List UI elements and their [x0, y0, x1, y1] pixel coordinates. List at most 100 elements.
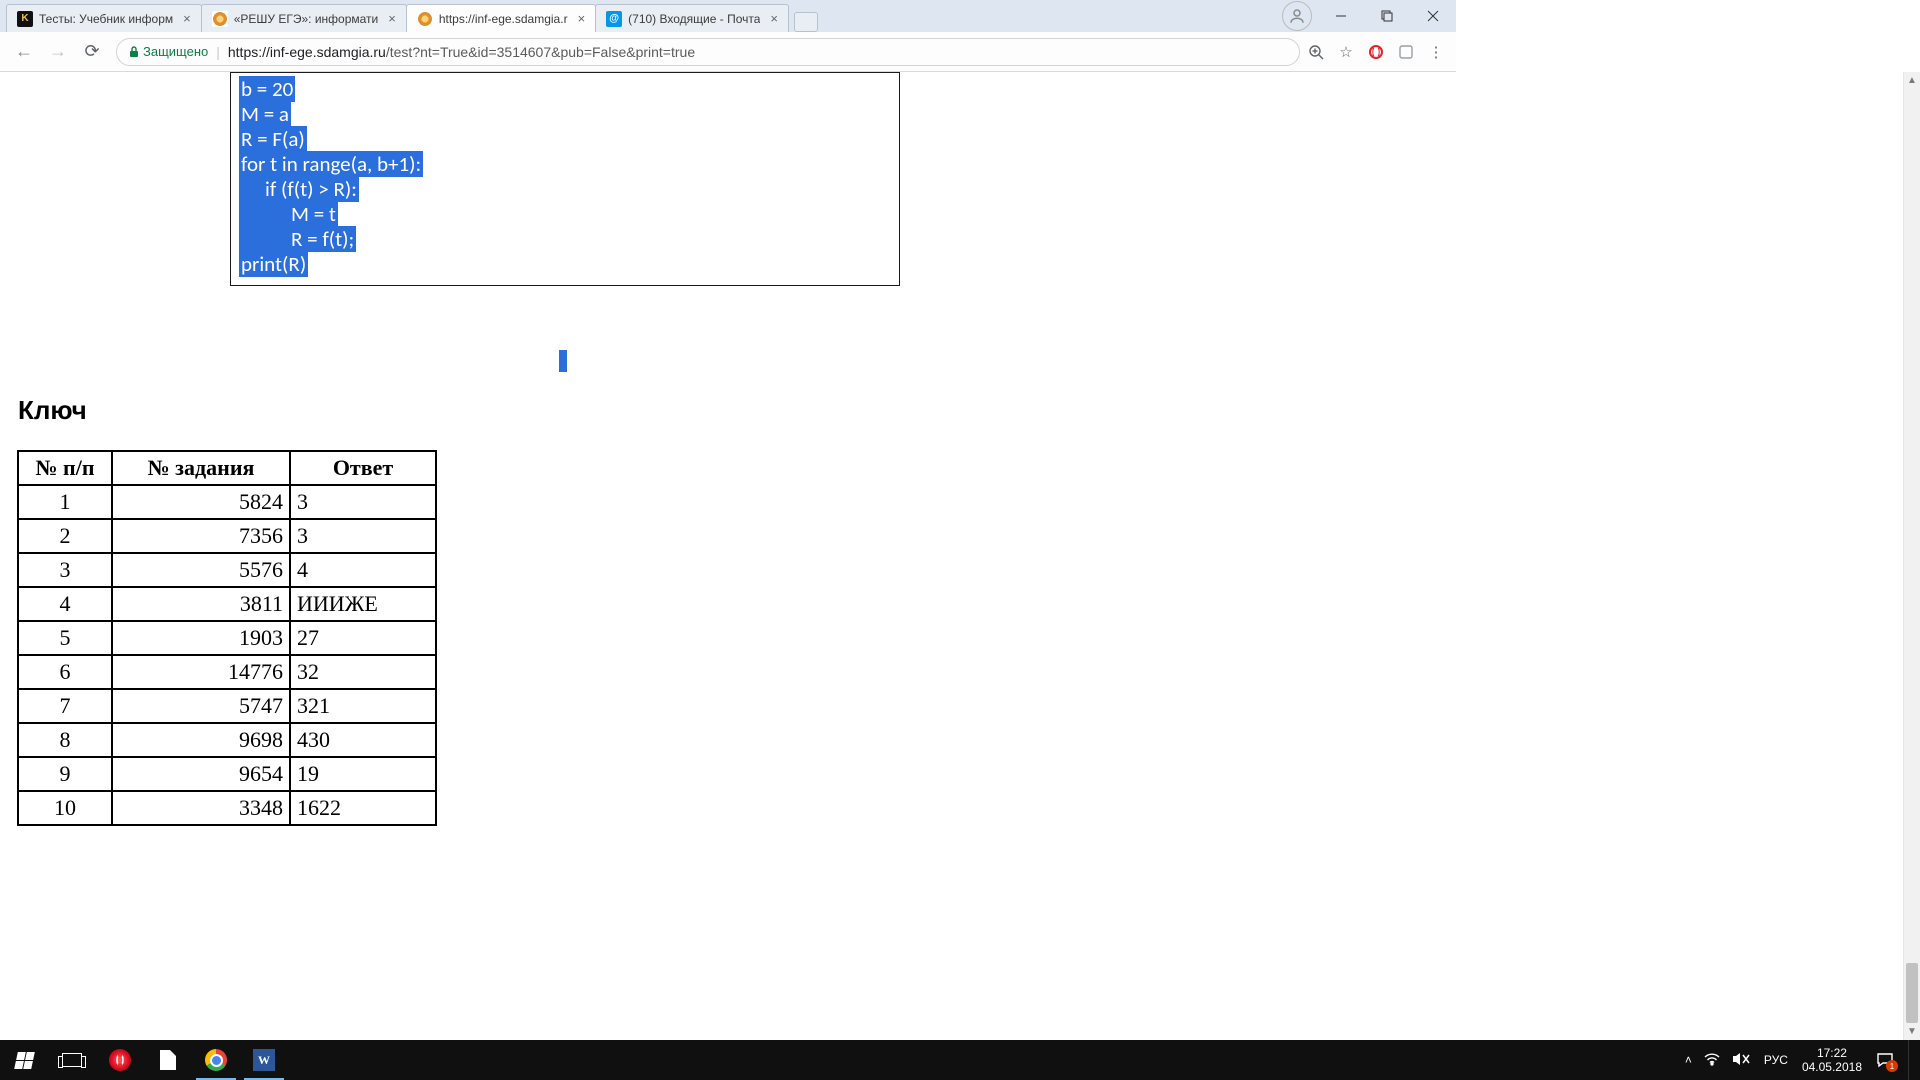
url-input[interactable]: Защищено | https://inf-ege.sdamgia.ru/te…	[116, 38, 1300, 66]
clock-date: 04.05.2018	[1802, 1060, 1862, 1074]
window-minimize-button[interactable]	[1318, 1, 1364, 31]
table-row: 89698430	[18, 723, 436, 757]
table-cell: 6	[18, 655, 112, 689]
tab-sdamgia[interactable]: https://inf-ege.sdamgia.r ×	[406, 4, 596, 32]
table-cell: 430	[290, 723, 436, 757]
code-line: R = F(a)	[239, 126, 307, 152]
table-cell: 9	[18, 757, 112, 791]
table-cell: 4	[18, 587, 112, 621]
table-cell: 7	[18, 689, 112, 723]
scrollbar-thumb[interactable]	[1906, 963, 1918, 1023]
code-line: if (f(t) > R):	[239, 176, 359, 202]
action-center-icon[interactable]: 1	[1876, 1052, 1894, 1068]
bookmark-star-icon[interactable]: ☆	[1338, 44, 1354, 60]
browser-tab-strip: K Тесты: Учебник информ × «РЕШУ ЕГЭ»: ин…	[0, 0, 1456, 32]
wifi-icon[interactable]	[1704, 1052, 1720, 1069]
opera-extension-icon[interactable]	[1368, 44, 1384, 60]
table-cell: 5824	[112, 485, 290, 519]
table-cell: 3	[18, 553, 112, 587]
taskbar-word[interactable]: W	[240, 1040, 288, 1080]
table-header: № п/п	[18, 451, 112, 485]
show-desktop-button[interactable]	[1908, 1040, 1914, 1080]
volume-muted-icon[interactable]	[1732, 1052, 1750, 1069]
table-header: Ответ	[290, 451, 436, 485]
close-icon[interactable]: ×	[183, 11, 191, 26]
scroll-down-icon[interactable]: ▼	[1904, 1023, 1920, 1040]
tab-tests[interactable]: K Тесты: Учебник информ ×	[6, 4, 202, 32]
table-cell: 7356	[112, 519, 290, 553]
close-icon[interactable]: ×	[770, 11, 778, 26]
table-cell: 5	[18, 621, 112, 655]
code-line: for t in range(a, b+1):	[239, 151, 423, 177]
table-cell: 1	[18, 485, 112, 519]
table-cell: 3348	[112, 791, 290, 825]
code-line: M = a	[239, 101, 291, 127]
profile-avatar-icon[interactable]	[1282, 1, 1312, 31]
new-tab-button[interactable]	[794, 12, 818, 32]
table-row: 273563	[18, 519, 436, 553]
code-line: print(R)	[239, 251, 308, 277]
system-tray: ˄	[1685, 1052, 1750, 1069]
window-close-button[interactable]	[1410, 1, 1456, 31]
vertical-scrollbar[interactable]: ▲ ▼	[1903, 72, 1920, 1040]
tab-label: (710) Входящие - Почта	[628, 12, 760, 26]
table-row: 158243	[18, 485, 436, 519]
table-cell: 27	[290, 621, 436, 655]
windows-taskbar: W ˄ РУС 17:22 04.05.2018 1	[0, 1040, 1920, 1080]
table-cell: 10	[18, 791, 112, 825]
input-language[interactable]: РУС	[1764, 1053, 1788, 1067]
table-cell: 8	[18, 723, 112, 757]
url-text: https://inf-ege.sdamgia.ru/test?nt=True&…	[228, 44, 695, 60]
favicon-k-icon: K	[17, 11, 33, 27]
start-button[interactable]	[0, 1040, 48, 1080]
code-line: R = f(t);	[239, 226, 356, 252]
taskbar-opera[interactable]	[96, 1040, 144, 1080]
favicon-sunburst-icon	[212, 11, 228, 27]
extension-square-icon[interactable]	[1398, 44, 1414, 60]
table-cell: 19	[290, 757, 436, 791]
nav-reload-button[interactable]: ⟳	[82, 41, 102, 62]
nav-back-button[interactable]: ←	[14, 41, 34, 62]
chrome-menu-icon[interactable]: ⋮	[1428, 44, 1444, 60]
table-cell: 5747	[112, 689, 290, 723]
table-cell: 32	[290, 655, 436, 689]
address-bar: ← → ⟳ Защищено | https://inf-ege.sdamgia…	[0, 32, 1456, 72]
secure-indicator: Защищено	[129, 44, 208, 59]
tab-label: Тесты: Учебник информ	[39, 12, 173, 26]
scroll-up-icon[interactable]: ▲	[1904, 72, 1920, 89]
taskbar-clock[interactable]: 17:22 04.05.2018	[1802, 1046, 1862, 1074]
taskbar-file[interactable]	[144, 1040, 192, 1080]
table-cell: 3	[290, 485, 436, 519]
table-cell: 1903	[112, 621, 290, 655]
close-icon[interactable]: ×	[578, 11, 586, 26]
zoom-icon[interactable]	[1308, 44, 1324, 60]
table-row: 75747321	[18, 689, 436, 723]
tab-mail[interactable]: @ (710) Входящие - Почта ×	[595, 4, 789, 32]
nav-forward-button[interactable]: →	[48, 41, 68, 62]
answer-key-table: № п/п № задания Ответ 158243273563355764…	[17, 450, 437, 826]
selection-caret	[559, 350, 567, 372]
code-box[interactable]: b = 20 M = a R = F(a) for t in range(a, …	[230, 72, 900, 286]
table-header: № задания	[112, 451, 290, 485]
table-row: 5190327	[18, 621, 436, 655]
table-cell: 3	[290, 519, 436, 553]
window-maximize-button[interactable]	[1364, 1, 1410, 31]
task-view-button[interactable]	[48, 1040, 96, 1080]
table-row: 61477632	[18, 655, 436, 689]
table-row: 355764	[18, 553, 436, 587]
lock-icon	[129, 46, 139, 58]
taskbar-chrome[interactable]	[192, 1040, 240, 1080]
tab-reshu-ege[interactable]: «РЕШУ ЕГЭ»: информати ×	[201, 4, 407, 32]
table-cell: 5576	[112, 553, 290, 587]
table-row: 9965419	[18, 757, 436, 791]
close-icon[interactable]: ×	[388, 11, 396, 26]
table-cell: 3811	[112, 587, 290, 621]
tray-chevron-up-icon[interactable]: ˄	[1685, 1053, 1692, 1067]
notification-badge: 1	[1886, 1060, 1898, 1072]
tab-label: «РЕШУ ЕГЭ»: информати	[234, 12, 379, 26]
table-row: 1033481622	[18, 791, 436, 825]
table-cell: ИИИЖЕ	[290, 587, 436, 621]
table-cell: 14776	[112, 655, 290, 689]
table-cell: 321	[290, 689, 436, 723]
table-cell: 9698	[112, 723, 290, 757]
